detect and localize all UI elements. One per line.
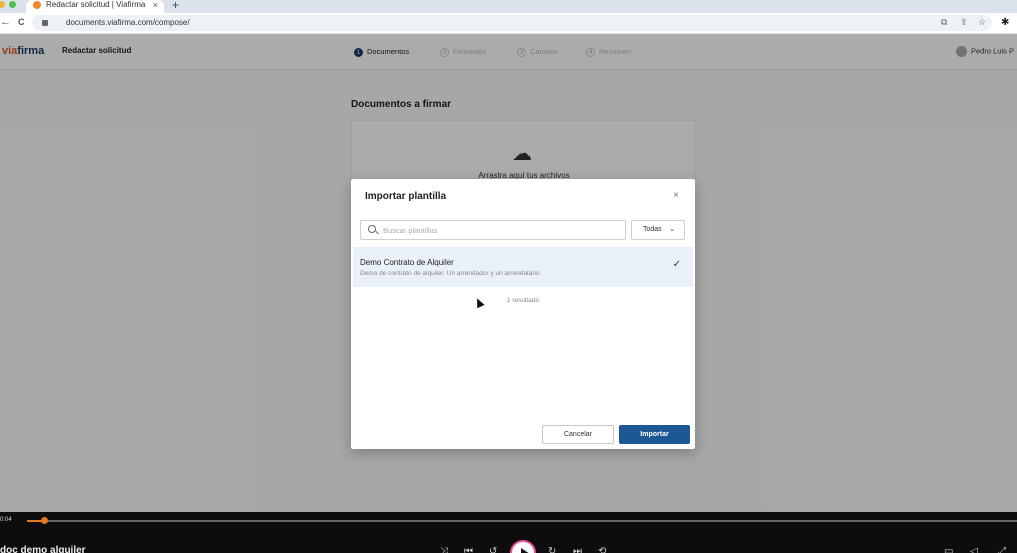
filter-value: Todas xyxy=(643,226,662,233)
play-button[interactable] xyxy=(510,540,536,553)
browser-tab[interactable]: Redactar solicitud | Viafirma × xyxy=(26,0,164,13)
back-button[interactable]: ← xyxy=(0,16,11,28)
template-list-item[interactable]: Demo Contrato de Alquiler Demo de contra… xyxy=(353,247,693,287)
url-text: documents.viafirma.com/compose/ xyxy=(66,18,190,27)
template-name: Demo Contrato de Alquiler xyxy=(360,258,454,267)
filter-dropdown[interactable]: Todas ⌄ xyxy=(631,220,685,240)
close-icon[interactable]: × xyxy=(673,190,679,201)
cancel-button[interactable]: Cancelar xyxy=(542,425,614,444)
rewind-icon[interactable]: ↺ xyxy=(489,546,497,553)
browser-tabbar: Redactar solicitud | Viafirma × + xyxy=(0,0,1017,13)
result-count: 1 resultado xyxy=(506,297,540,304)
playback-time: 0:04 xyxy=(0,517,12,523)
progress-track[interactable] xyxy=(27,520,1017,522)
progress-handle[interactable] xyxy=(41,517,48,524)
bookmark-star-icon[interactable]: ☆ xyxy=(978,17,986,28)
import-button[interactable]: Importar xyxy=(619,425,690,444)
checkmark-icon: ✓ xyxy=(672,259,681,270)
video-title: doc demo alquiler xyxy=(0,545,86,553)
fullscreen-icon[interactable]: ⤢ xyxy=(998,546,1006,553)
template-search[interactable] xyxy=(360,220,626,240)
install-app-icon[interactable]: ⧉ xyxy=(941,17,947,28)
window-maximize-button[interactable] xyxy=(9,1,16,8)
browser-toolbar: ← C documents.viafirma.com/compose/ ⧉ ⇪ … xyxy=(0,13,1017,34)
screen: Redactar solicitud | Viafirma × + ← C do… xyxy=(0,0,1017,553)
extensions-puzzle-icon[interactable]: ✱ xyxy=(1001,17,1009,28)
repeat-icon[interactable]: ⟲ xyxy=(598,546,606,553)
viafirma-favicon-icon xyxy=(33,1,41,9)
modal-title: Importar plantilla xyxy=(365,191,447,202)
reload-button[interactable]: C xyxy=(18,17,25,27)
tab-title: Redactar solicitud | Viafirma xyxy=(46,0,146,9)
skip-back-icon[interactable]: ⏮ xyxy=(464,546,473,553)
window-minimize-button[interactable] xyxy=(0,1,5,8)
chevron-down-icon: ⌄ xyxy=(669,226,675,233)
tab-close-icon[interactable]: × xyxy=(153,0,158,10)
lock-icon xyxy=(42,20,48,26)
volume-icon[interactable]: ◁ xyxy=(970,546,978,553)
new-tab-button[interactable]: + xyxy=(172,0,179,12)
address-bar[interactable]: documents.viafirma.com/compose/ xyxy=(32,15,992,31)
forward-icon[interactable]: ↻ xyxy=(548,546,556,553)
video-player-bar: 0:04 doc demo alquiler ⤨ ⏮ ↺ ↻ ⏭ ⟲ ▭ ◁ ⤢ xyxy=(0,512,1017,553)
search-icon xyxy=(368,225,376,233)
skip-forward-icon[interactable]: ⏭ xyxy=(573,546,582,553)
share-icon[interactable]: ⇪ xyxy=(960,17,968,28)
captions-icon[interactable]: ▭ xyxy=(944,546,953,553)
search-input[interactable] xyxy=(383,223,618,237)
template-description: Demo de contrato de alquiler. Un arrenda… xyxy=(360,270,540,277)
shuffle-icon[interactable]: ⤨ xyxy=(440,546,448,553)
import-template-modal: Importar plantilla × Todas ⌄ Demo Contra… xyxy=(351,179,695,449)
